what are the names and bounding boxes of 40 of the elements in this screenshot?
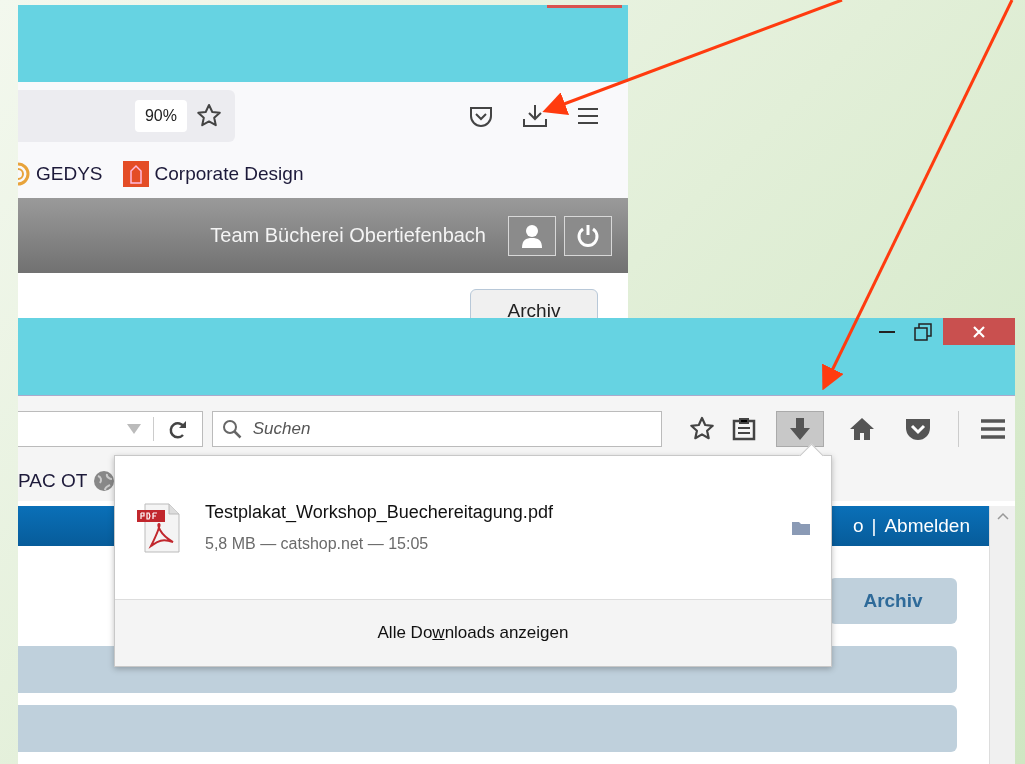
- archive-button[interactable]: Archiv: [829, 578, 957, 624]
- archive-button[interactable]: Archiv: [470, 289, 598, 318]
- address-field[interactable]: 90%: [18, 90, 235, 142]
- address-field[interactable]: [18, 410, 203, 447]
- header-link[interactable]: o: [852, 515, 864, 537]
- user-icon: [521, 223, 543, 248]
- scroll-up-icon: [996, 512, 1009, 520]
- bookmark[interactable]: PAC OT: [18, 470, 116, 492]
- rings-icon: [18, 162, 30, 186]
- download-icon: [522, 103, 548, 129]
- minimize-icon: [879, 330, 895, 333]
- building-tile-icon: [122, 161, 149, 187]
- separator-text: |: [871, 515, 877, 537]
- download-button[interactable]: [776, 410, 824, 447]
- star-icon: [689, 415, 715, 442]
- search-icon: [221, 418, 242, 439]
- menu-icon: [980, 417, 1006, 440]
- power-button[interactable]: [564, 215, 612, 256]
- search-field[interactable]: Suchen: [211, 410, 662, 447]
- show-all-downloads-button[interactable]: Alle Downloads anzeigen: [115, 600, 831, 666]
- close-button[interactable]: [943, 318, 1015, 345]
- home-icon: [849, 416, 875, 441]
- user-name: Team Bücherei Obertiefenbach: [210, 224, 486, 247]
- clipboard-icon: [732, 416, 756, 441]
- close-icon: [972, 324, 986, 339]
- bookmark[interactable]: GEDYS: [18, 162, 103, 186]
- power-icon: [576, 223, 600, 248]
- pocket-icon: [905, 416, 931, 441]
- zoom-level[interactable]: 90%: [134, 100, 187, 132]
- restore-icon: [914, 322, 932, 341]
- download-details: 5,8 MB — catshop.net — 15:05: [205, 535, 430, 553]
- file-name: Testplakat_Workshop_Buechereitagung.pdf: [205, 502, 554, 523]
- download-arrow-icon: [789, 416, 811, 441]
- logout-link[interactable]: Abmelden: [884, 515, 970, 537]
- folder-icon: [791, 519, 811, 536]
- dropdown-icon: [126, 423, 141, 434]
- user-button[interactable]: [508, 215, 556, 256]
- scrollbar[interactable]: [989, 506, 1015, 764]
- pdf-file-icon: [135, 501, 183, 554]
- bookmark[interactable]: Corporate Design: [122, 161, 304, 187]
